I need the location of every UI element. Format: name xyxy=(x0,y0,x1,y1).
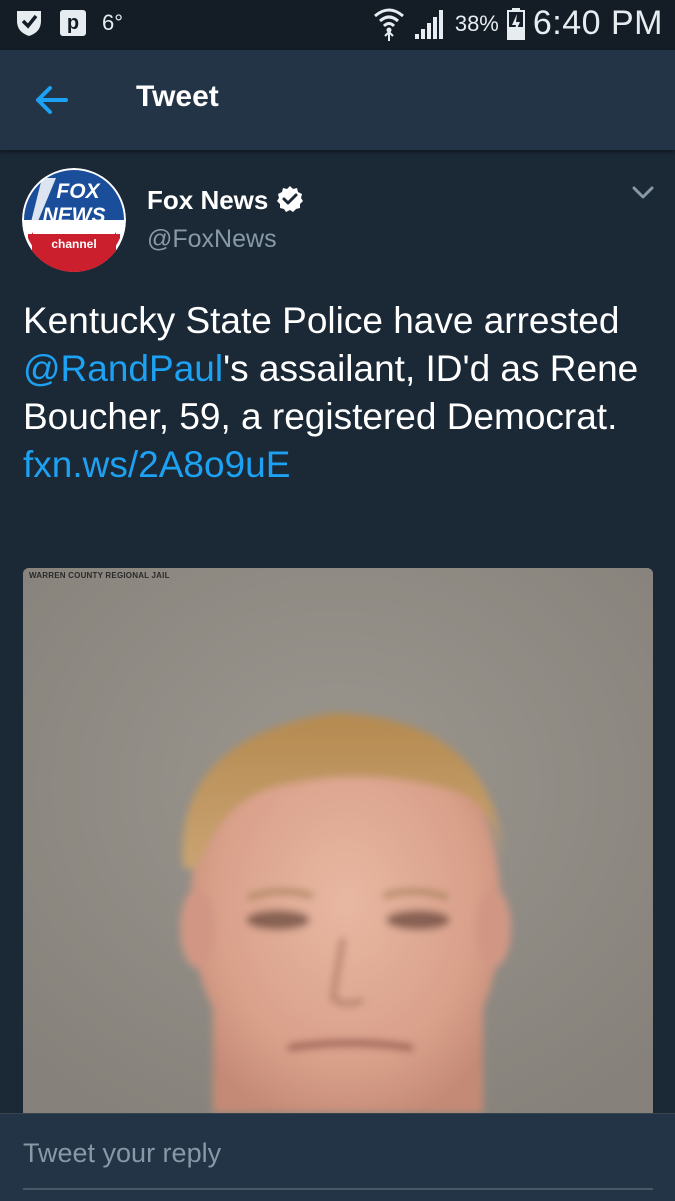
tweet-text: Kentucky State Police have arrested @Ran… xyxy=(23,297,643,489)
author-handle[interactable]: @FoxNews xyxy=(147,225,277,254)
mugshot-photo xyxy=(23,568,653,1113)
tweet-media-image[interactable]: WARREN COUNTY REGIONAL JAIL xyxy=(23,568,653,1113)
fox-news-logo-line3: channel xyxy=(51,237,96,251)
tweet-header: FOX NEWS channel Fox News @FoxNews xyxy=(0,168,675,278)
author-name[interactable]: Fox News xyxy=(147,185,268,216)
chevron-down-icon[interactable] xyxy=(628,180,658,206)
clock: 6:40 PM xyxy=(532,4,663,42)
p-app-icon: p xyxy=(60,10,86,36)
status-bar: p 6° 38% 6:40 PM xyxy=(0,0,675,50)
mention-link[interactable]: @RandPaul xyxy=(23,348,223,389)
battery-charging-icon xyxy=(506,7,525,40)
app-bar: Tweet xyxy=(0,50,675,150)
avatar[interactable]: FOX NEWS channel xyxy=(22,168,126,272)
media-caption: WARREN COUNTY REGIONAL JAIL xyxy=(29,571,170,580)
arrow-left-icon xyxy=(36,86,68,114)
fox-news-logo: FOX NEWS channel xyxy=(22,168,126,272)
fox-news-logo-line1: FOX xyxy=(56,180,101,203)
battery-percent: 38% xyxy=(454,10,499,36)
temperature-text: 6° xyxy=(102,10,124,35)
page-title: Tweet xyxy=(136,80,219,113)
back-button[interactable] xyxy=(30,80,74,120)
tweet-text-part1: Kentucky State Police have arrested xyxy=(23,300,620,341)
fox-news-logo-line2: NEWS xyxy=(43,204,106,227)
cell-signal-icon xyxy=(414,9,443,39)
reply-input[interactable]: Tweet your reply xyxy=(23,1138,653,1178)
wifi-icon xyxy=(373,8,404,41)
p-app-icon-letter: p xyxy=(66,11,80,34)
status-bar-right: 38% 6:40 PM xyxy=(373,4,663,43)
url-link[interactable]: fxn.ws/2A8o9uE xyxy=(23,444,290,485)
shield-check-icon xyxy=(17,11,41,36)
reply-input-underline xyxy=(23,1188,653,1190)
status-bar-left: p 6° xyxy=(14,8,123,38)
verified-badge-icon xyxy=(277,186,303,212)
